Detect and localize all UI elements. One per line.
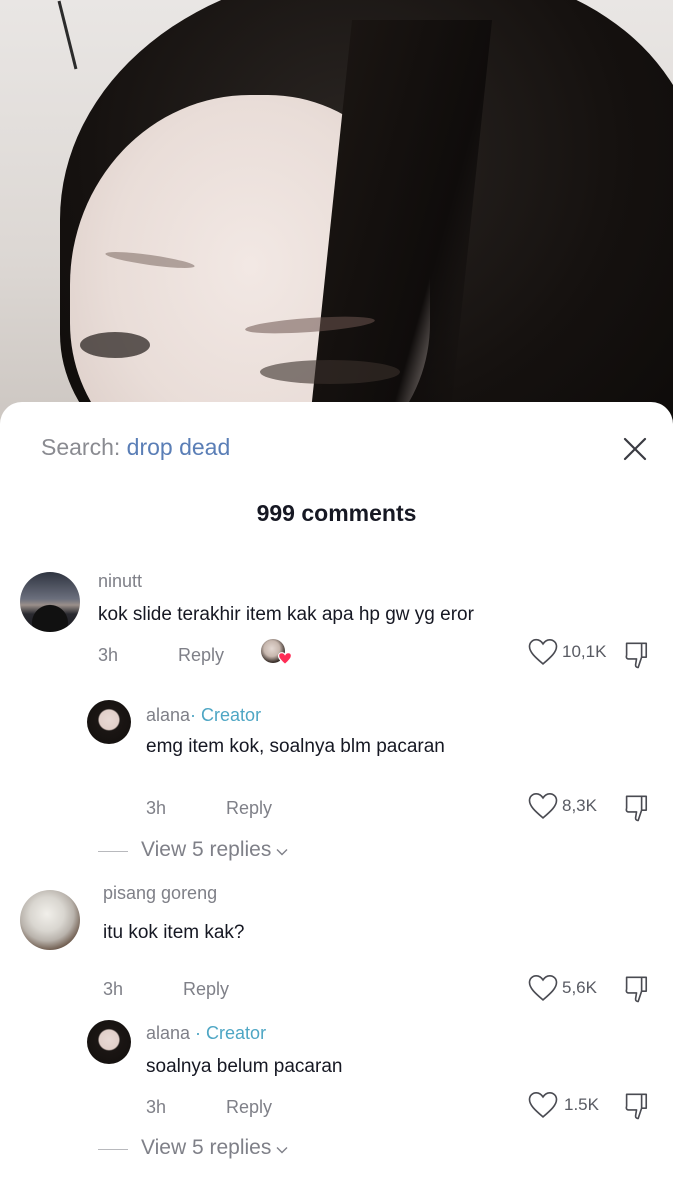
- reply-button[interactable]: Reply: [178, 645, 224, 666]
- heart-outline-icon: [528, 638, 558, 665]
- creator-badge: · Creator: [190, 705, 262, 725]
- avatar[interactable]: [87, 1020, 131, 1064]
- heart-outline-icon: [528, 1091, 558, 1118]
- like-count: 1.5K: [564, 1095, 599, 1114]
- reply-button[interactable]: Reply: [226, 1097, 272, 1118]
- reply-username[interactable]: alana · Creator: [146, 1023, 266, 1044]
- thumbs-down-icon[interactable]: [623, 975, 651, 1005]
- search-query[interactable]: drop dead: [127, 434, 231, 460]
- comments-sheet: Search: drop dead 999 comments ninutt ko…: [0, 402, 673, 1200]
- like-button[interactable]: 10,1K: [528, 638, 606, 666]
- thumbs-down-icon[interactable]: [623, 794, 651, 824]
- reply-username-text: alana: [146, 1023, 191, 1043]
- avatar[interactable]: [87, 700, 131, 744]
- reply-button[interactable]: Reply: [226, 798, 272, 819]
- heart-filled-icon: [278, 652, 292, 665]
- view-replies-divider: [98, 1149, 128, 1150]
- comment-text: itu kok item kak?: [103, 922, 245, 943]
- view-replies-divider: [98, 851, 128, 852]
- reply-username[interactable]: alana· Creator: [146, 705, 261, 726]
- reply-button[interactable]: Reply: [183, 979, 229, 1000]
- reply-text: emg item kok, soalnya blm pacaran: [146, 736, 445, 757]
- thumbs-down-icon[interactable]: [623, 641, 651, 671]
- view-replies-button[interactable]: View 5 replies: [141, 1136, 288, 1160]
- like-button[interactable]: 1.5K: [528, 1091, 599, 1119]
- close-button[interactable]: [618, 432, 652, 466]
- avatar[interactable]: [20, 890, 80, 950]
- creator-liked-badge: [261, 639, 293, 667]
- reply-time: 3h: [146, 798, 167, 818]
- search-header[interactable]: Search: drop dead: [41, 434, 230, 461]
- like-count: 8,3K: [562, 796, 597, 815]
- close-icon: [623, 437, 647, 461]
- heart-outline-icon: [528, 792, 558, 819]
- like-button[interactable]: 5,6K: [528, 974, 597, 1002]
- reply-time: 3h: [146, 1097, 167, 1117]
- comment-time: 3h: [103, 979, 124, 999]
- post-photo: [0, 0, 673, 440]
- heart-outline-icon: [528, 974, 558, 1001]
- chevron-down-icon: [276, 1146, 288, 1153]
- comment-time: 3h: [98, 645, 119, 665]
- chevron-down-icon: [276, 848, 288, 855]
- view-replies-label: View 5 replies: [141, 838, 272, 861]
- like-button[interactable]: 8,3K: [528, 792, 597, 820]
- view-replies-button[interactable]: View 5 replies: [141, 838, 288, 862]
- reply-username-text: alana: [146, 705, 191, 725]
- like-count: 5,6K: [562, 978, 597, 997]
- comment-username[interactable]: pisang goreng: [103, 883, 217, 904]
- view-replies-label: View 5 replies: [141, 1136, 272, 1159]
- thumbs-down-icon[interactable]: [623, 1092, 651, 1122]
- comment-username[interactable]: ninutt: [98, 571, 142, 592]
- search-label: Search:: [41, 434, 127, 460]
- creator-badge: · Creator: [190, 1023, 267, 1043]
- comments-count: 999 comments: [256, 500, 417, 526]
- avatar[interactable]: [20, 572, 80, 632]
- comment-text: kok slide terakhir item kak apa hp gw yg…: [98, 604, 474, 625]
- reply-text: soalnya belum pacaran: [146, 1056, 343, 1077]
- like-count: 10,1K: [562, 642, 607, 661]
